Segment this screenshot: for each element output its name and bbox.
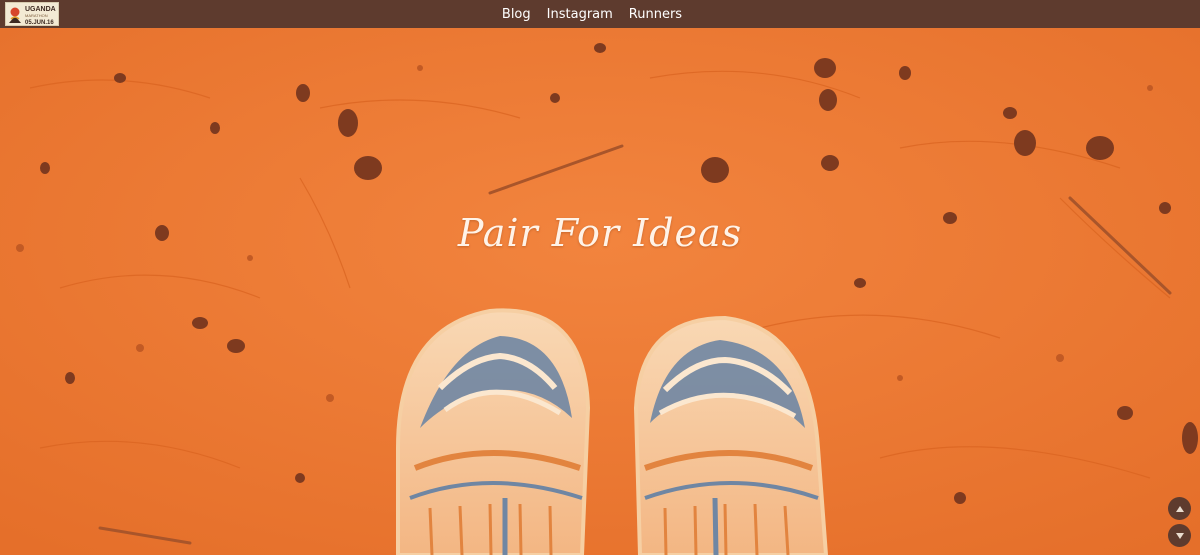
triangle-down-icon (1175, 532, 1184, 539)
triangle-up-icon (1175, 505, 1184, 512)
nav-item-instagram[interactable]: Instagram (547, 7, 613, 22)
hero-section: Pair For Ideas (0, 28, 1200, 555)
main-nav: Blog Instagram Runners (0, 0, 1200, 28)
scroll-up-button[interactable] (1168, 497, 1191, 520)
nav-item-runners[interactable]: Runners (629, 7, 682, 22)
hero-title: Pair For Ideas (457, 211, 743, 255)
page: UGANDA MARATHON 05.JUN.16 Blog Instagram… (0, 0, 1200, 555)
scroll-down-button[interactable] (1168, 524, 1191, 547)
top-bar: UGANDA MARATHON 05.JUN.16 Blog Instagram… (0, 0, 1200, 28)
left-shoe (396, 308, 591, 555)
hero-background-image (0, 28, 1200, 555)
nav-item-blog[interactable]: Blog (502, 7, 531, 22)
